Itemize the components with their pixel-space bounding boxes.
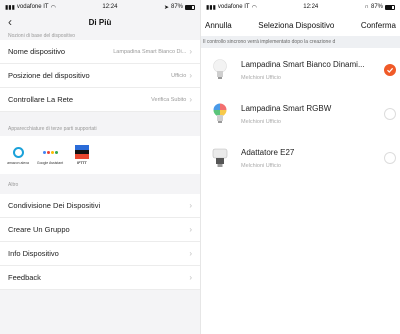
device-item[interactable]: Adattatore E27 Melchioni Ufficio (201, 136, 400, 180)
chevron-right-icon: › (189, 249, 192, 258)
row-check-network[interactable]: Controllare La Rete Verifica Subito › (0, 88, 200, 112)
section-label-third-party: Apparecchiature di terze parti supportat… (0, 122, 200, 136)
chevron-right-icon: › (189, 273, 192, 282)
select-device-screen: ▮▮▮ vodafone IT ◠ 12:24 ∩ 87% Annulla Se… (200, 0, 400, 334)
row-feedback[interactable]: Feedback › (0, 266, 200, 290)
chevron-right-icon: › (189, 201, 192, 210)
device-name: Lampadina Smart RGBW (241, 103, 332, 113)
checkmark-selected-icon[interactable] (384, 64, 396, 76)
row-value: Lampadina Smart Bianco Di... (113, 48, 187, 55)
page-title: Di Più (88, 17, 112, 27)
carrier-label: vodafone IT (217, 4, 250, 10)
service-alexa[interactable]: amazon alexa (6, 145, 30, 165)
service-caption: Google Assistant (36, 161, 64, 165)
cancel-button[interactable]: Annulla (205, 21, 232, 30)
row-label: Feedback (8, 273, 41, 282)
device-name: Adattatore E27 (241, 147, 295, 157)
status-time: 12:24 (303, 4, 319, 10)
chevron-right-icon: › (189, 47, 192, 56)
alexa-icon (12, 146, 24, 158)
page-title: Seleziona Dispositivo (258, 20, 335, 30)
back-chevron-icon[interactable]: ‹ (8, 14, 12, 30)
row-label: Controllare La Rete (8, 95, 74, 104)
wifi-icon: ◠ (50, 4, 56, 11)
status-bar: ▮▮▮ vodafone IT ◠ 12:24 ➤ 87% (0, 0, 200, 14)
checkmark-unselected-icon[interactable] (384, 108, 396, 120)
row-value: Ufficio (171, 72, 187, 79)
device-room: Melchioni Ufficio (241, 118, 281, 125)
sync-notice: Il controllo sincrono verrà implementato… (201, 36, 400, 48)
device-room: Melchioni Ufficio (241, 162, 281, 169)
service-google-assistant[interactable]: Google Assistant (36, 145, 64, 165)
service-caption: amazon alexa (7, 161, 29, 165)
service-caption: IFTTT (77, 161, 87, 165)
row-label: Nome dispositivo (8, 47, 66, 56)
e27-adapter-icon (209, 145, 231, 171)
section-label-other: Altro (0, 174, 200, 194)
white-bulb-icon (209, 57, 231, 83)
row-device-name[interactable]: Nome dispositivo Lampadina Smart Bianco … (0, 40, 200, 64)
section-label-basics: Nozioni di base del dispositivo (8, 33, 75, 39)
rgb-bulb-icon (209, 101, 231, 127)
row-value: Verifica Subito (151, 96, 187, 103)
battery-percent: 87% (370, 4, 383, 10)
device-item[interactable]: Lampadina Smart RGBW Melchioni Ufficio (201, 92, 400, 136)
row-create-group[interactable]: Creare Un Gruppo › (0, 218, 200, 242)
row-share-devices[interactable]: Condivisione Dei Dispositivi › (0, 194, 200, 218)
battery-icon (185, 4, 195, 10)
ifttt-icon (75, 145, 89, 160)
status-bar: ▮▮▮ vodafone IT ◠ 12:24 ∩ 87% (201, 0, 400, 14)
chevron-right-icon: › (189, 71, 192, 80)
signal-icon: ▮▮▮ (206, 4, 216, 11)
battery-percent: 87% (170, 4, 183, 10)
carrier-label: vodafone IT (16, 4, 49, 10)
row-label: Condivisione Dei Dispositivi (8, 201, 101, 210)
row-label: Posizione del dispositivo (8, 71, 90, 80)
chevron-right-icon: › (189, 95, 192, 104)
chevron-right-icon: › (189, 225, 192, 234)
nav-bar: ‹ Di Più (0, 14, 200, 30)
row-device-info[interactable]: Info Dispositivo › (0, 242, 200, 266)
battery-icon (385, 4, 395, 10)
location-icon: ➤ (163, 4, 169, 11)
wifi-icon: ◠ (251, 4, 257, 11)
device-name: Lampadina Smart Bianco Dinami... (241, 59, 365, 69)
nav-bar: Annulla Seleziona Dispositivo Conferma (201, 14, 400, 36)
headphones-icon: ∩ (364, 4, 369, 10)
row-label: Creare Un Gruppo (8, 225, 70, 234)
signal-icon: ▮▮▮ (5, 4, 15, 11)
row-device-location[interactable]: Posizione del dispositivo Ufficio › (0, 64, 200, 88)
device-room: Melchioni Ufficio (241, 74, 281, 81)
google-assistant-icon (42, 150, 58, 154)
checkmark-unselected-icon[interactable] (384, 152, 396, 164)
status-time: 12:24 (102, 4, 118, 10)
service-ifttt[interactable]: IFTTT (70, 145, 94, 165)
third-party-services: amazon alexa Google Assistant IFTTT (0, 136, 200, 174)
device-item[interactable]: Lampadina Smart Bianco Dinami... Melchio… (201, 48, 400, 92)
confirm-button[interactable]: Conferma (361, 21, 396, 30)
row-label: Info Dispositivo (8, 249, 59, 258)
device-settings-screen: ▮▮▮ vodafone IT ◠ 12:24 ➤ 87% ‹ Di Più N… (0, 0, 200, 334)
